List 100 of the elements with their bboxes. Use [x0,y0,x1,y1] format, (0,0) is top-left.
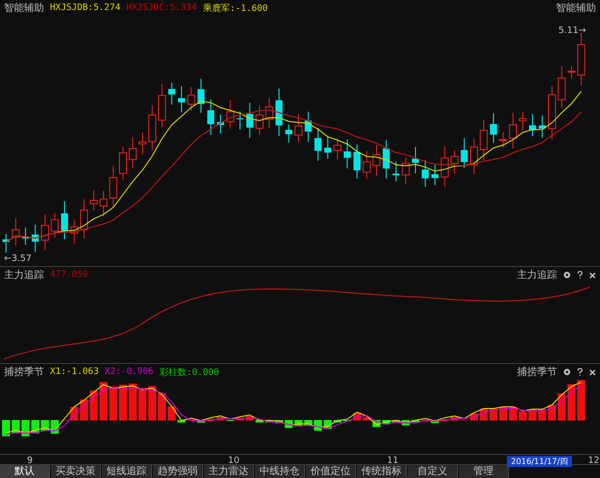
candlestick [80,198,88,239]
histogram-bar [148,386,156,420]
indicator-tab[interactable]: 短线追踪 [102,465,152,478]
candlestick [207,98,214,136]
indicator-tab[interactable]: 主力雷达 [204,465,254,478]
histogram-bar [246,416,254,420]
candlestick [548,86,556,140]
histogram-bar [275,420,283,424]
candlestick [362,150,371,180]
indicator-tab[interactable]: 中线持仓 [255,465,305,478]
histogram-bar [402,420,410,426]
indicator-tab[interactable]: 传统指标 [357,465,407,478]
candlestick [50,212,59,238]
histogram-bar [197,420,205,423]
candlestick [119,146,127,180]
histogram-bar [138,388,146,420]
help-icon[interactable] [577,368,583,376]
panel-label: 捕捞季节 [517,366,557,379]
histogram-bar [362,417,371,420]
indicator-tab[interactable]: 管理 [459,465,509,478]
close-icon[interactable] [589,368,596,376]
candlestick [558,66,566,108]
candlestick [158,84,166,128]
high-price-marker: 5.11→ [558,26,586,36]
candlestick [32,224,39,252]
candlestick [412,146,419,174]
histogram-bar [128,384,137,420]
candlestick [22,227,29,246]
candlestick [470,138,478,174]
candlestick [168,82,176,106]
candlestick [187,86,196,112]
histogram-bar [558,393,566,420]
candlestick [178,86,185,113]
candlestick [432,164,438,186]
candlestick [518,111,527,132]
histogram-bar [392,420,400,422]
candlestick [138,132,146,156]
candlestick [354,144,360,180]
indicator-value: 477.050 [50,270,88,280]
candlestick [109,165,118,209]
candlestick [480,119,488,161]
axis-label: 9 [27,456,33,466]
candlestick [12,218,20,246]
candlestick [265,98,274,129]
indicator-value: HXJSJDB:5.274 [50,3,120,13]
histogram-bar [256,420,264,423]
candlestick [490,112,497,144]
indicator-value: 乘鹿军:-1.600 [202,2,268,14]
help-icon[interactable] [577,271,583,279]
axis-label: 12 [588,456,600,466]
indicator-value: X1:-1.063 [50,367,99,377]
panel-title: 捕捞季节 [4,366,44,379]
candlestick [529,114,536,137]
indicator-tab[interactable]: 价值定位 [306,465,356,478]
histogram-bar [304,420,312,426]
indicator-tab[interactable]: 默认 [0,465,50,478]
candlestick [2,234,10,254]
candlestick [41,214,49,251]
candlestick [314,128,322,162]
indicator-tab[interactable]: 趋势强弱 [153,465,203,478]
settings-icon[interactable] [563,271,571,279]
indicator-tab[interactable]: 自定义 [408,465,458,478]
candlestick [294,114,302,142]
candlestick [568,65,576,80]
histogram-bar [382,420,390,424]
histogram-bar [518,411,527,420]
histogram-bar [100,382,108,420]
candlestick [460,138,468,168]
histogram-bar [90,390,98,420]
candlestick [128,136,137,169]
indicator-tab[interactable]: 买卖决策 [51,465,101,478]
candlestick [217,114,224,134]
candlestick [392,161,400,182]
candlestick [61,200,68,240]
histogram-bar [577,380,586,420]
panel-label: 智能辅助 [556,2,596,15]
candlestick [148,105,156,151]
histogram-bar [431,420,439,424]
candlestick [372,144,380,176]
candlestick [538,115,546,138]
candlestick [450,150,458,174]
indicator-value: X2:-0.906 [104,367,154,377]
panel-title: 主力追踪 [4,268,44,282]
candlestick [246,102,254,138]
settings-icon[interactable] [563,368,571,376]
candlestick [226,99,234,130]
axis-label: 10 [228,456,240,466]
candlestick [324,136,332,160]
candlestick [285,124,292,144]
panel-label: 主力追踪 [517,268,557,282]
candlestick [402,156,410,184]
close-icon[interactable] [589,272,596,278]
histogram-bar [109,386,118,420]
histogram-bar [158,393,166,420]
histogram-bar [568,384,576,420]
histogram-bar [334,420,342,423]
panel-title: 智能辅助 [4,2,44,15]
candlestick [577,32,586,86]
histogram-bar [168,406,176,420]
candlestick [198,78,204,114]
